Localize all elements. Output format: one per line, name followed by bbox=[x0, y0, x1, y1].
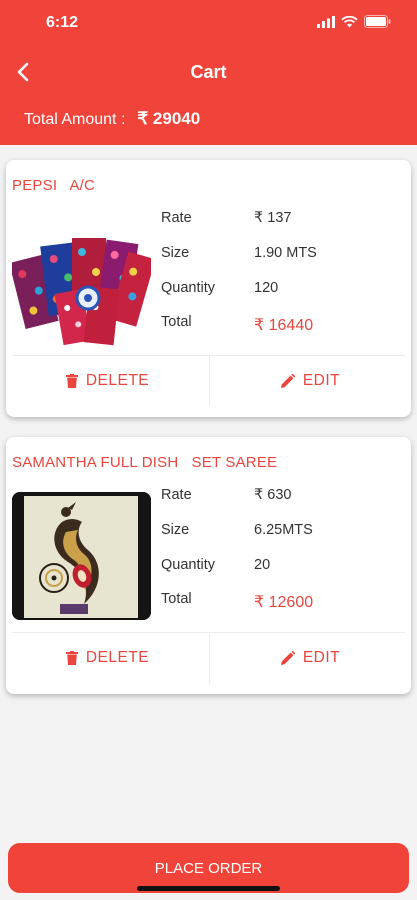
item-name: SAMANTHA FULL DISH SET SAREE bbox=[12, 454, 278, 471]
trash-icon bbox=[65, 651, 78, 665]
quantity-value: 120 bbox=[254, 280, 279, 296]
total-label: Total bbox=[161, 591, 192, 607]
size-label: Size bbox=[161, 522, 190, 538]
edit-label: EDIT bbox=[302, 649, 341, 666]
item-name: PEPSI A/C bbox=[12, 177, 96, 194]
edit-label: EDIT bbox=[302, 372, 341, 389]
total-amount-label: Total Amount : bbox=[24, 111, 126, 128]
signal-icon bbox=[317, 15, 335, 28]
product-image[interactable] bbox=[12, 220, 151, 348]
quantity-value: 20 bbox=[254, 557, 271, 573]
edit-button[interactable]: EDIT bbox=[210, 356, 411, 406]
trash-icon bbox=[65, 374, 78, 388]
total-amount: Total Amount : ₹ 29040 bbox=[24, 109, 200, 129]
total-value: ₹ 16440 bbox=[254, 317, 314, 334]
quantity-label: Quantity bbox=[161, 557, 215, 573]
quantity-label: Quantity bbox=[161, 280, 215, 296]
size-label: Size bbox=[161, 245, 190, 261]
pencil-icon bbox=[280, 651, 295, 665]
cart-item-card: PEPSI A/C Rate ₹ 137 Size 1.90 MTS Quant… bbox=[6, 160, 411, 417]
product-image[interactable] bbox=[12, 492, 151, 620]
delete-button[interactable]: DELETE bbox=[6, 356, 209, 406]
size-value: 6.25MTS bbox=[254, 522, 313, 538]
rate-value: ₹ 137 bbox=[254, 210, 292, 226]
pencil-icon bbox=[280, 374, 295, 388]
status-icons bbox=[317, 15, 391, 28]
delete-button[interactable]: DELETE bbox=[6, 633, 209, 683]
total-value: ₹ 12600 bbox=[254, 594, 314, 611]
cart-item-card: SAMANTHA FULL DISH SET SAREE Rate ₹ 630 … bbox=[6, 437, 411, 694]
delete-label: DELETE bbox=[85, 649, 150, 666]
rate-value: ₹ 630 bbox=[254, 487, 292, 503]
page-title: Cart bbox=[190, 62, 227, 82]
app-header: 6:12 Cart Total Amount : ₹ 29040 bbox=[0, 0, 417, 145]
home-indicator[interactable] bbox=[137, 886, 280, 891]
rate-label: Rate bbox=[161, 210, 192, 226]
total-amount-value: ₹ 29040 bbox=[137, 109, 201, 128]
wifi-icon bbox=[341, 15, 358, 27]
edit-button[interactable]: EDIT bbox=[210, 633, 411, 683]
status-time: 6:12 bbox=[46, 14, 79, 31]
status-bar: 6:12 bbox=[0, 0, 417, 48]
delete-label: DELETE bbox=[85, 372, 150, 389]
total-label: Total bbox=[161, 314, 192, 330]
battery-icon bbox=[364, 15, 391, 28]
size-value: 1.90 MTS bbox=[254, 245, 317, 261]
rate-label: Rate bbox=[161, 487, 192, 503]
